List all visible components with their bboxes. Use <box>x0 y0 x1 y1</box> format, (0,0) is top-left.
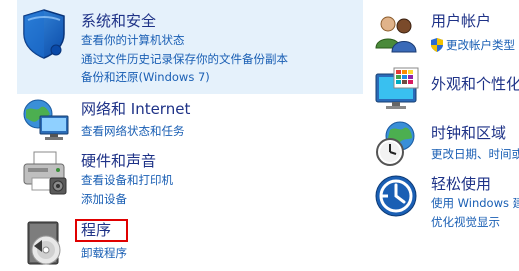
title-network-internet[interactable]: 网络和 Internet <box>81 100 190 118</box>
link-windows-suggestions[interactable]: 使用 Windows 建 <box>431 196 519 210</box>
title-clock-region[interactable]: 时钟和区域 <box>431 124 506 142</box>
title-ease-of-access[interactable]: 轻松使用 <box>431 175 491 193</box>
title-programs[interactable]: 程序 <box>81 221 111 239</box>
appearance-monitor-icon <box>374 66 420 110</box>
link-view-devices-printers[interactable]: 查看设备和打印机 <box>81 173 173 187</box>
clock-globe-icon <box>374 120 420 168</box>
printer-icon <box>20 148 70 198</box>
link-change-account-type[interactable]: 更改帐户类型 <box>446 38 515 52</box>
link-view-network-status[interactable]: 查看网络状态和任务 <box>81 124 185 138</box>
link-change-date-time[interactable]: 更改日期、时间或数 <box>431 147 519 161</box>
shield-icon <box>20 8 68 60</box>
network-globe-icon <box>20 96 72 142</box>
title-user-accounts[interactable]: 用户帐户 <box>431 12 491 30</box>
link-uninstall-program[interactable]: 卸载程序 <box>81 246 127 260</box>
title-hardware-sound[interactable]: 硬件和声音 <box>81 152 156 170</box>
uac-shield-icon <box>431 37 443 52</box>
programs-disc-icon <box>20 216 68 268</box>
link-backup-restore-win7[interactable]: 备份和还原(Windows 7) <box>81 70 210 84</box>
control-panel-categories: 系统和安全 查看你的计算机状态 通过文件历史记录保存你的文件备份副本 备份和还原… <box>0 0 519 271</box>
title-system-security[interactable]: 系统和安全 <box>81 12 156 30</box>
users-icon <box>374 12 418 56</box>
link-file-history-backup[interactable]: 通过文件历史记录保存你的文件备份副本 <box>81 52 288 66</box>
link-add-device[interactable]: 添加设备 <box>81 192 127 206</box>
ease-of-access-icon <box>374 174 418 218</box>
link-view-computer-status[interactable]: 查看你的计算机状态 <box>81 33 185 47</box>
link-optimize-visual-display[interactable]: 优化视觉显示 <box>431 215 500 229</box>
title-appearance-personalization[interactable]: 外观和个性化 <box>431 75 519 93</box>
